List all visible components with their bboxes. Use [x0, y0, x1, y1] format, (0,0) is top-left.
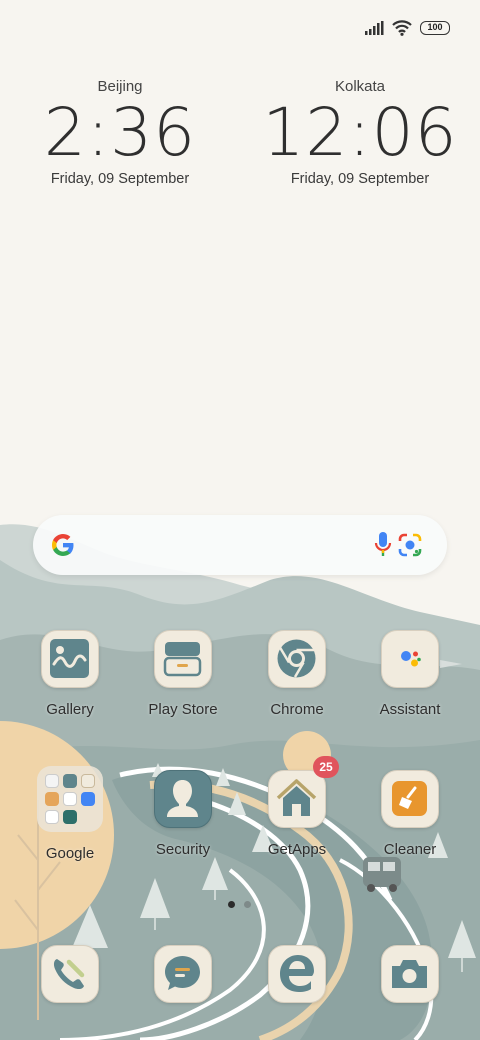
signal-icon — [365, 21, 384, 35]
google-folder-icon — [37, 766, 103, 832]
clock-kolkata[interactable]: Kolkata 12:06 Friday, 09 September — [240, 78, 480, 187]
app-gallery[interactable]: Gallery — [15, 630, 125, 718]
app-label: Assistant — [379, 701, 441, 718]
app-label: Security — [155, 841, 211, 858]
wifi-icon — [392, 20, 412, 36]
app-chrome[interactable]: Chrome — [242, 630, 352, 718]
app-label: Play Store — [148, 701, 218, 718]
browser-icon — [268, 945, 326, 1003]
gallery-icon — [41, 630, 99, 688]
chrome-icon — [268, 630, 326, 688]
folder-google[interactable]: Google — [15, 766, 125, 862]
status-bar: 100 — [364, 16, 450, 40]
page-dot-active — [228, 901, 235, 908]
notification-badge: 25 — [313, 756, 339, 778]
assistant-icon — [381, 630, 439, 688]
page-indicator[interactable] — [228, 901, 251, 908]
google-lens-icon[interactable] — [397, 532, 423, 558]
clock-city: Beijing — [97, 78, 143, 95]
play-store-icon — [154, 630, 212, 688]
clock-date: Friday, 09 September — [50, 171, 190, 187]
dock-browser[interactable] — [242, 945, 352, 1003]
clock-time: 12:06 — [262, 94, 458, 171]
dock-messages[interactable] — [128, 945, 238, 1003]
microphone-icon[interactable] — [373, 531, 393, 559]
cleaner-icon — [381, 770, 439, 828]
app-security[interactable]: Security — [128, 770, 238, 858]
app-assistant[interactable]: Assistant — [355, 630, 465, 718]
app-play-store[interactable]: Play Store — [128, 630, 238, 718]
dock-phone[interactable] — [15, 945, 125, 1003]
clock-date: Friday, 09 September — [290, 171, 430, 187]
app-cleaner[interactable]: Cleaner — [355, 770, 465, 858]
messages-icon — [154, 945, 212, 1003]
phone-icon — [41, 945, 99, 1003]
app-label: Cleaner — [383, 841, 437, 858]
app-getapps[interactable]: 25 GetApps — [242, 756, 352, 858]
battery-icon: 100 — [420, 21, 450, 35]
clock-time: 2:36 — [43, 94, 197, 171]
getapps-icon: 25 — [268, 756, 339, 828]
camera-icon — [381, 945, 439, 1003]
page-dot — [244, 901, 251, 908]
app-label: Chrome — [270, 701, 324, 718]
app-label: Gallery — [46, 701, 94, 718]
app-label: GetApps — [267, 841, 327, 858]
google-logo-icon — [52, 534, 74, 556]
google-search-bar[interactable] — [33, 515, 447, 575]
dock-camera[interactable] — [355, 945, 465, 1003]
security-icon — [154, 770, 212, 828]
clock-beijing[interactable]: Beijing 2:36 Friday, 09 September — [0, 78, 240, 187]
app-label: Google — [45, 845, 95, 862]
clock-city: Kolkata — [334, 78, 386, 95]
